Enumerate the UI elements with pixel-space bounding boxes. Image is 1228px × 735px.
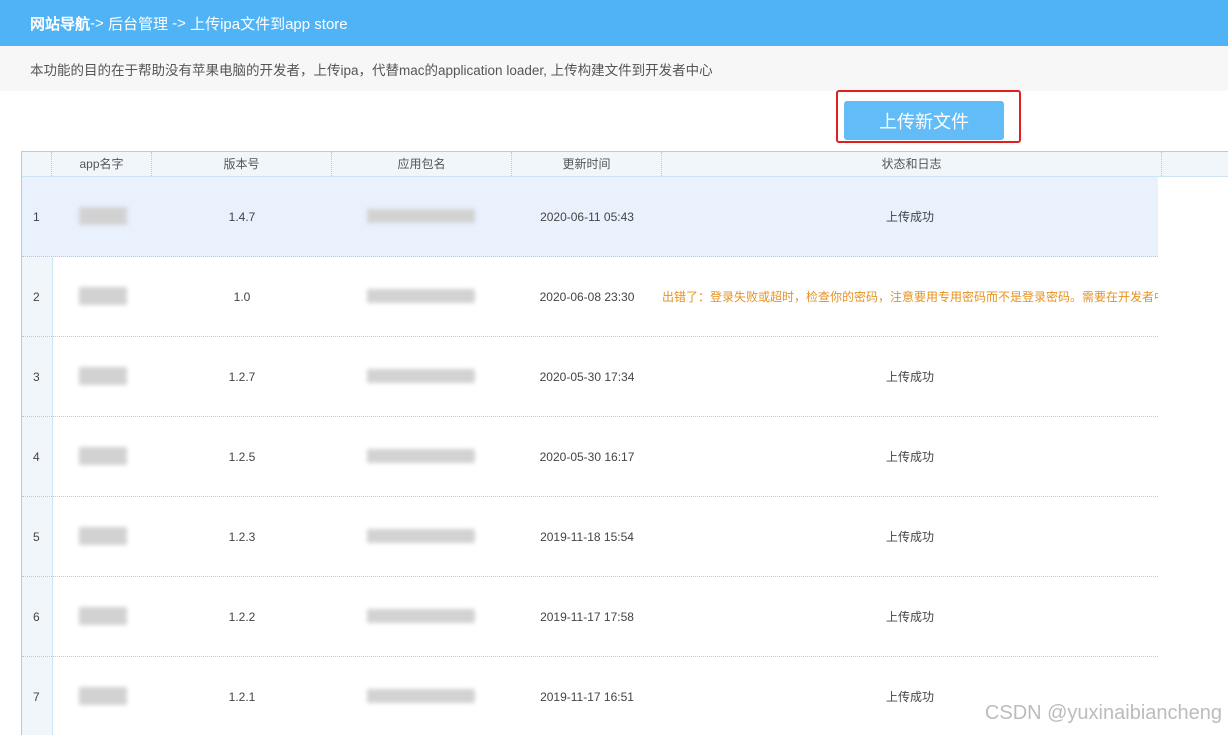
package-name-redacted bbox=[367, 449, 475, 463]
header-status-log[interactable]: 状态和日志 bbox=[662, 152, 1162, 176]
version-cell: 1.2.1 bbox=[228, 690, 256, 704]
update-time-cell: 2019-11-17 16:51 bbox=[540, 690, 634, 704]
app-name-redacted bbox=[79, 367, 127, 385]
version-cell: 1.2.2 bbox=[228, 610, 256, 624]
package-name-redacted bbox=[367, 689, 475, 703]
header-app-name[interactable]: app名字 bbox=[52, 152, 152, 176]
row-number: 1 bbox=[33, 210, 40, 224]
header-version[interactable]: 版本号 bbox=[152, 152, 332, 176]
package-name-redacted bbox=[367, 209, 475, 223]
update-time-cell: 2020-06-08 23:30 bbox=[539, 290, 635, 304]
app-name-redacted bbox=[79, 207, 127, 225]
update-time-cell: 2020-05-30 16:17 bbox=[539, 450, 635, 464]
table-row[interactable]: 4 1.2.5 2020-05-30 16:17 上传成功 bbox=[22, 417, 1158, 497]
status-cell: 上传成功 bbox=[885, 210, 934, 224]
status-cell: 上传成功 bbox=[885, 370, 934, 384]
status-cell: 上传成功 bbox=[885, 530, 934, 544]
header-package-name[interactable]: 应用包名 bbox=[332, 152, 512, 176]
upload-table: app名字 版本号 应用包名 更新时间 状态和日志 1 1.4.7 2020-06-… bbox=[21, 151, 1228, 735]
row-number: 2 bbox=[33, 290, 40, 304]
table-row[interactable]: 3 1.2.7 2020-05-30 17:34 上传成功 bbox=[22, 337, 1158, 417]
page-description: 本功能的目的在于帮助没有苹果电脑的开发者，上传ipa，代替mac的applica… bbox=[0, 46, 1228, 91]
table-row[interactable]: 2 1.0 2020-06-08 23:30 出错了：登录失败或超时，检查你的密码，注… bbox=[22, 257, 1158, 337]
row-number: 5 bbox=[33, 530, 40, 544]
header-rownum bbox=[22, 152, 52, 176]
breadcrumb-separator: -> bbox=[90, 14, 108, 32]
upload-new-file-button[interactable]: 上传新文件 bbox=[844, 101, 1004, 140]
package-name-redacted bbox=[367, 609, 475, 623]
row-number: 4 bbox=[33, 450, 40, 464]
update-time-cell: 2019-11-18 15:54 bbox=[540, 530, 634, 544]
breadcrumb: 网站导航 -> 后台管理 -> 上传ipa文件到app store bbox=[0, 0, 1228, 46]
update-time-cell: 2019-11-17 17:58 bbox=[540, 610, 634, 624]
breadcrumb-current: 上传ipa文件到app store bbox=[190, 15, 348, 33]
app-name-redacted bbox=[79, 607, 127, 625]
version-cell: 1.4.7 bbox=[228, 210, 256, 224]
row-number: 3 bbox=[33, 370, 40, 384]
table-row[interactable]: 5 1.2.3 2019-11-18 15:54 上传成功 bbox=[22, 497, 1158, 577]
version-cell: 1.2.3 bbox=[228, 530, 256, 544]
package-name-redacted bbox=[367, 529, 475, 543]
breadcrumb-home-link[interactable]: 网站导航 bbox=[30, 13, 90, 34]
row-number: 7 bbox=[33, 690, 40, 704]
package-name-redacted bbox=[367, 369, 475, 383]
table-header: app名字 版本号 应用包名 更新时间 状态和日志 bbox=[22, 152, 1228, 177]
package-name-redacted bbox=[367, 289, 475, 303]
version-cell: 1.2.7 bbox=[228, 370, 256, 384]
app-name-redacted bbox=[79, 687, 127, 705]
status-cell: 上传成功 bbox=[885, 610, 934, 624]
status-cell: 出错了：登录失败或超时，检查你的密码，注意要用专用密码而不是登录密码。需要在开发… bbox=[662, 290, 1158, 304]
table-row[interactable]: 1 1.4.7 2020-06-11 05:43 上传成功 bbox=[22, 177, 1158, 257]
update-time-cell: 2020-06-11 05:43 bbox=[540, 210, 634, 224]
update-time-cell: 2020-05-30 17:34 bbox=[539, 370, 635, 384]
breadcrumb-admin-link[interactable]: 后台管理 bbox=[108, 13, 168, 34]
row-number: 6 bbox=[33, 610, 40, 624]
version-cell: 1.0 bbox=[233, 290, 251, 304]
breadcrumb-separator: -> bbox=[167, 14, 191, 32]
app-name-redacted bbox=[79, 287, 127, 305]
header-update-time[interactable]: 更新时间 bbox=[512, 152, 662, 176]
watermark: CSDN @yuxinaibiancheng bbox=[984, 702, 1222, 724]
table-row[interactable]: 6 1.2.2 2019-11-17 17:58 上传成功 bbox=[22, 577, 1158, 657]
version-cell: 1.2.5 bbox=[228, 450, 256, 464]
status-cell: 上传成功 bbox=[885, 450, 934, 464]
app-name-redacted bbox=[79, 527, 127, 545]
app-name-redacted bbox=[79, 447, 127, 465]
